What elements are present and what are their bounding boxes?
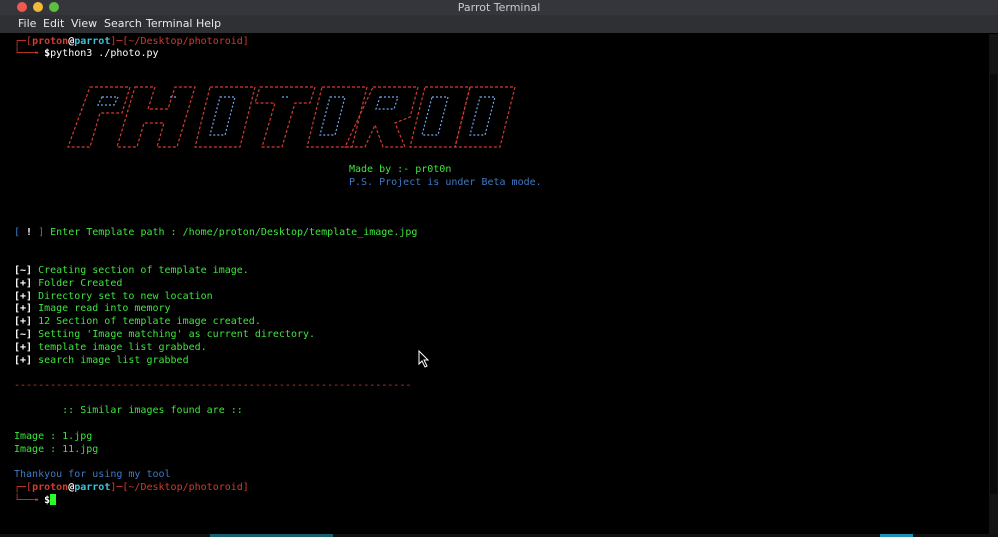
command-line-2[interactable]: └──╼ $ [14, 494, 57, 507]
window-title: Parrot Terminal [457, 1, 541, 14]
log-text: Setting 'Image matching' as current dire… [32, 329, 316, 340]
log-text: search image list grabbed [32, 354, 189, 366]
log-tag: [+] [14, 341, 33, 353]
log-line: [+] Image read into memory [14, 303, 171, 315]
menu-file[interactable]: File [18, 17, 36, 31]
log-text: 12 Section of template image created. [32, 316, 261, 328]
log-line: [+] Directory set to new location [14, 291, 213, 303]
scrollbar[interactable] [989, 34, 998, 537]
results-header: :: Similar images found are :: [14, 405, 243, 416]
menu-search[interactable]: Search [104, 17, 142, 31]
log-line: [~] Creating section of template image. [14, 265, 249, 277]
mouse-pointer-icon [418, 350, 430, 368]
log-tag: [+] [14, 277, 33, 289]
log-line: [+] Folder Created [14, 278, 122, 290]
separator-line: ----------------------------------------… [14, 380, 412, 391]
menu-help[interactable]: Help [196, 17, 221, 31]
menu-bar: File Edit View Search Terminal Help [0, 15, 998, 33]
text-cursor [50, 494, 57, 505]
log-tag: [+] [14, 354, 33, 366]
log-line: [+] search image list grabbed [14, 355, 189, 367]
log-tag: [~] [14, 329, 33, 340]
log-text: Folder Created [32, 277, 123, 289]
menu-edit[interactable]: Edit [43, 17, 64, 31]
log-text: Image read into memory [32, 303, 171, 315]
log-tag: [+] [14, 316, 33, 328]
log-text: template image list grabbed. [32, 341, 207, 353]
template-path-prompt: [ ! ] Enter Template path : /home/proton… [14, 227, 418, 238]
log-text: Directory set to new location [32, 290, 213, 302]
menu-view[interactable]: View [71, 17, 97, 31]
thanks-text: Thankyou for using my tool [14, 469, 171, 480]
log-line: [~] Setting 'Image matching' as current … [14, 329, 315, 341]
title-bar: Parrot Terminal [0, 0, 998, 15]
log-tag: [+] [14, 290, 33, 302]
log-line: [+] template image list grabbed. [14, 342, 207, 354]
scrollbar-thumb[interactable] [990, 74, 997, 494]
log-text: Creating section of template image. [32, 265, 249, 276]
beta-note-text: P.S. Project is under Beta mode. [349, 177, 542, 188]
result-item: Image : 1.jpg [14, 431, 93, 442]
log-line: [+] 12 Section of template image created… [14, 316, 261, 328]
terminal-window: Parrot Terminal File Edit View Search Te… [0, 0, 998, 537]
result-item: Image : 11.jpg [14, 444, 99, 455]
log-tag: [+] [14, 303, 33, 315]
log-tag: [~] [14, 265, 33, 276]
prompt-line-2: ┌─[proton@parrot]─[~/Desktop/photoroid] [14, 482, 249, 493]
made-by-text: Made by :- pr0t0n [349, 164, 452, 175]
menu-terminal[interactable]: Terminal [146, 17, 193, 31]
terminal-output-text: Made by :- pr0t0n P.S. Project is under … [0, 34, 998, 537]
